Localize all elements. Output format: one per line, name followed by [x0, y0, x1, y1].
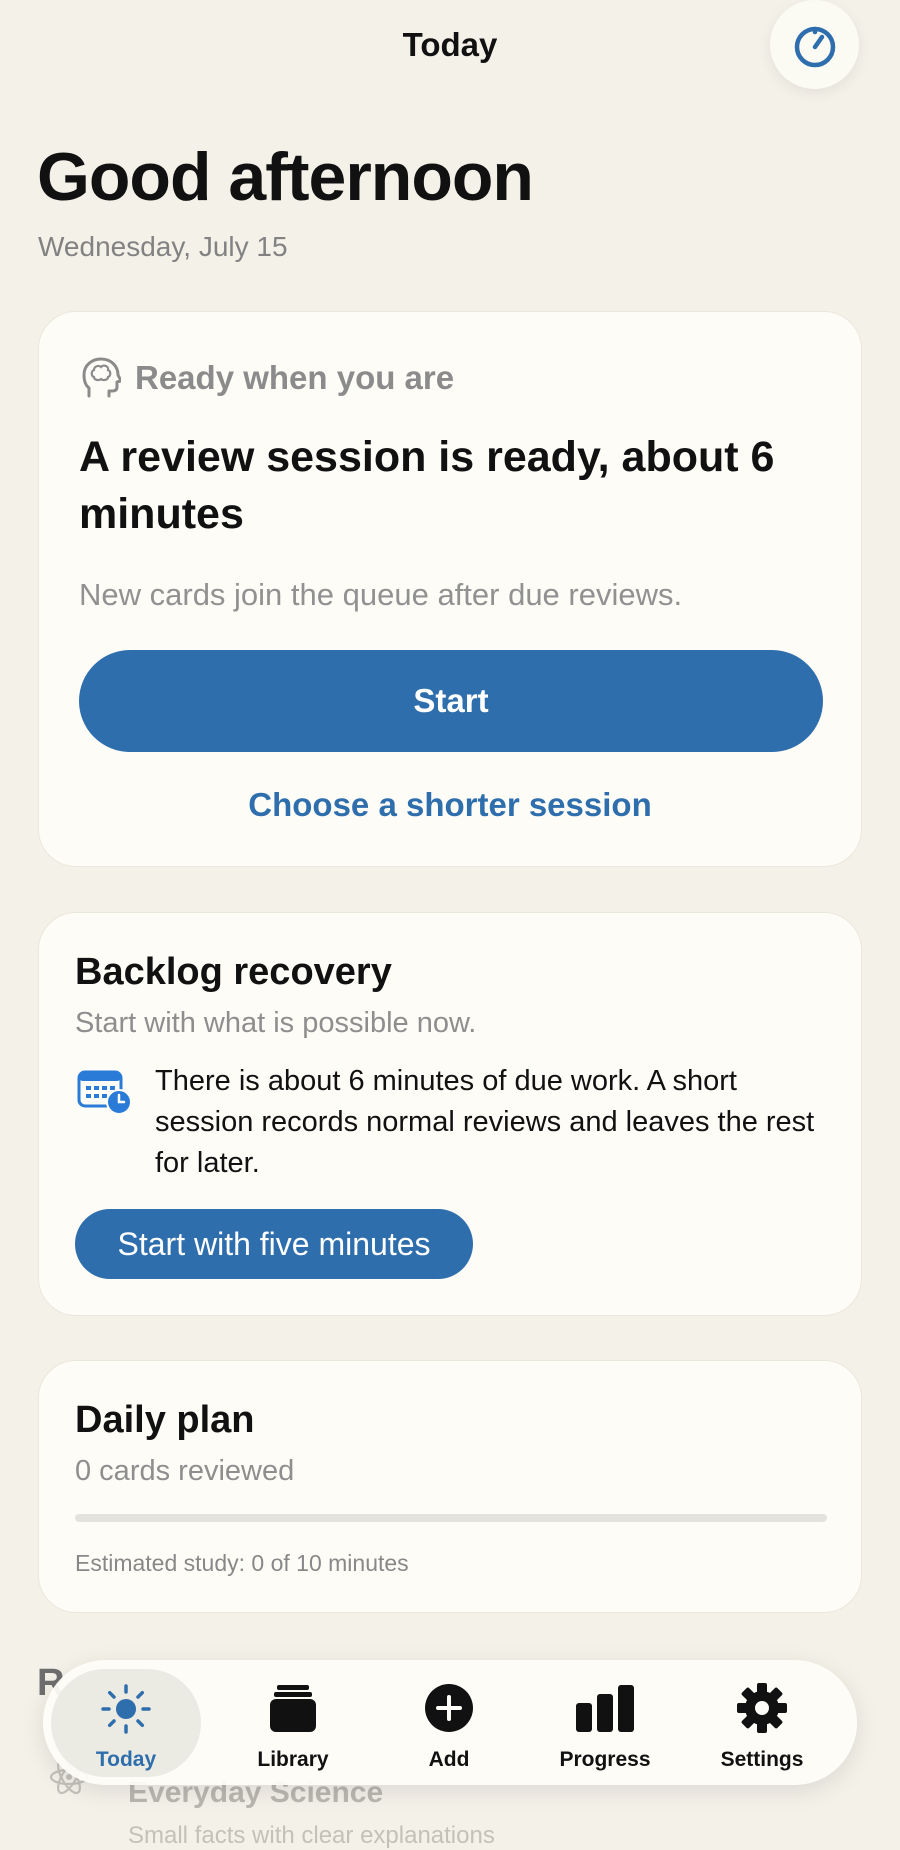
- gear-icon: [737, 1683, 787, 1733]
- timer-icon: [794, 26, 835, 67]
- start-button[interactable]: Start: [79, 650, 823, 752]
- backlog-title: Backlog recovery: [75, 951, 392, 993]
- ready-row: Ready when you are: [81, 356, 454, 400]
- shorter-session-link[interactable]: Choose a shorter session: [39, 786, 861, 824]
- tab-settings[interactable]: Settings: [687, 1660, 837, 1785]
- review-subtitle: New cards join the queue after due revie…: [79, 577, 683, 612]
- tab-label-today: Today: [95, 1748, 157, 1771]
- tab-progress[interactable]: Progress: [530, 1660, 680, 1785]
- sun-icon: [101, 1684, 151, 1734]
- tab-today[interactable]: Today: [51, 1669, 201, 1777]
- cards-stack-icon: [270, 1685, 316, 1732]
- deck-subtitle: Small facts with clear explanations: [128, 1822, 495, 1849]
- tab-bar: Today Library Add Progress Settings: [43, 1660, 857, 1785]
- tab-library[interactable]: Library: [218, 1660, 368, 1785]
- tab-label-settings: Settings: [720, 1748, 804, 1771]
- ready-label: Ready when you are: [135, 359, 455, 396]
- page-title: Today: [402, 26, 498, 63]
- backlog-recovery-card: Backlog recovery Start with what is poss…: [38, 912, 862, 1316]
- daily-progress-bar: [75, 1514, 827, 1522]
- calendar-clock-icon: [77, 1070, 132, 1115]
- estimated-study-label: Estimated study: 0 of 10 minutes: [75, 1550, 409, 1576]
- greeting-title: Good afternoon: [37, 139, 534, 215]
- tab-label-progress: Progress: [559, 1748, 651, 1771]
- start-five-minutes-button[interactable]: Start with five minutes: [75, 1209, 473, 1279]
- bar-chart-icon: [576, 1685, 634, 1732]
- tab-add[interactable]: Add: [374, 1660, 524, 1785]
- backlog-info-text: There is about 6 minutes of due work. A …: [155, 1065, 815, 1179]
- daily-plan-title: Daily plan: [75, 1399, 255, 1441]
- date-label: Wednesday, July 15: [38, 231, 288, 262]
- cards-reviewed-label: 0 cards reviewed: [75, 1455, 295, 1487]
- plus-circle-icon: [425, 1684, 473, 1732]
- tab-label-library: Library: [257, 1748, 329, 1771]
- tab-label-add: Add: [428, 1748, 470, 1771]
- review-session-card: Ready when you are A review session is r…: [38, 311, 862, 867]
- daily-plan-card: Daily plan 0 cards reviewed Estimated st…: [38, 1360, 862, 1613]
- deck-text: Everyday Science Small facts with clear …: [128, 1776, 628, 1850]
- timer-button[interactable]: [770, 0, 859, 89]
- review-headline: A review session is ready, about 6 minut…: [79, 433, 775, 538]
- top-bar: Today: [0, 0, 900, 95]
- backlog-subtitle: Start with what is possible now.: [75, 1007, 477, 1039]
- brain-head-icon: [82, 357, 121, 398]
